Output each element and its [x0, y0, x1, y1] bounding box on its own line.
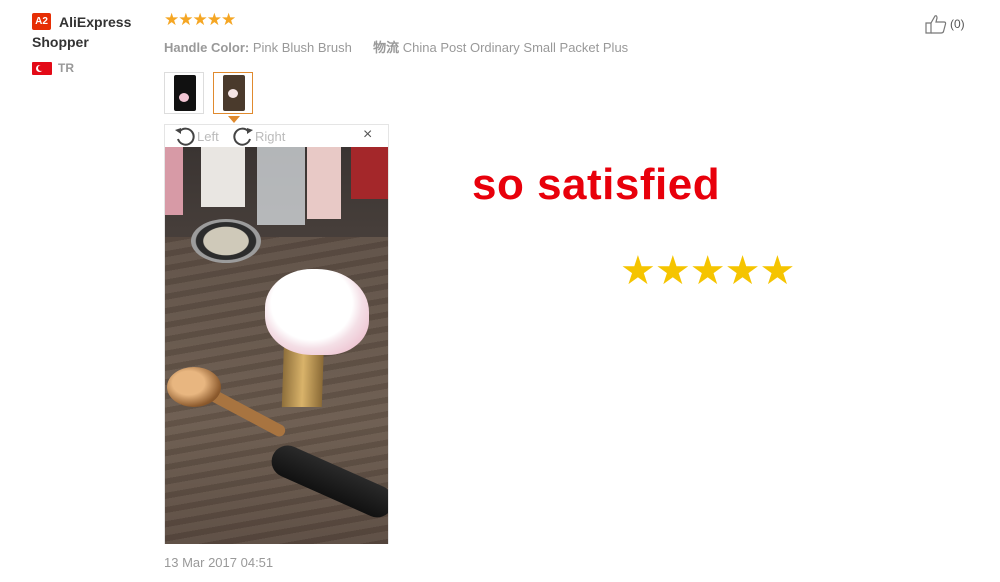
rotate-right-label: Right: [255, 128, 286, 144]
rotate-left-label: Left: [197, 128, 219, 144]
review-photo: [165, 147, 388, 544]
photo-viewer: Left Right ×: [164, 124, 389, 544]
overlay-stars: ★★★★★: [620, 249, 795, 293]
close-viewer-button[interactable]: ×: [363, 126, 372, 144]
reviewer-country: TR: [58, 61, 74, 75]
rotate-left-icon: [175, 127, 195, 146]
review-photo-thumbnail-2[interactable]: [213, 72, 253, 114]
attr-value: Pink Blush Brush: [252, 40, 352, 55]
logistics-key: 物流: [373, 40, 400, 55]
rating-stars: ★★★★★: [164, 10, 236, 29]
rotate-right-icon: [233, 127, 253, 146]
country-flag-icon: [32, 62, 52, 75]
selected-thumbnail-pointer: [228, 116, 240, 123]
overlay-caption: so satisfied: [472, 160, 721, 209]
attr-key: Handle Color:: [164, 40, 250, 55]
helpful-button[interactable]: (0): [924, 14, 965, 34]
logistics-value: China Post Ordinary Small Packet Plus: [402, 40, 629, 55]
rotate-right-button[interactable]: Right: [232, 126, 285, 146]
photo-viewer-toolbar: Left Right ×: [165, 125, 388, 146]
review-date: 13 Mar 2017 04:51: [164, 555, 274, 570]
helpful-count: (0): [950, 17, 965, 31]
reviewer-level-badge: A2: [32, 13, 51, 30]
review-attributes: Handle Color: Pink Blush Brush 物流 China …: [164, 37, 628, 56]
rotate-left-button[interactable]: Left: [174, 126, 219, 146]
thumbs-up-icon: [925, 15, 947, 34]
review-photo-thumbnail-1[interactable]: [164, 72, 204, 114]
